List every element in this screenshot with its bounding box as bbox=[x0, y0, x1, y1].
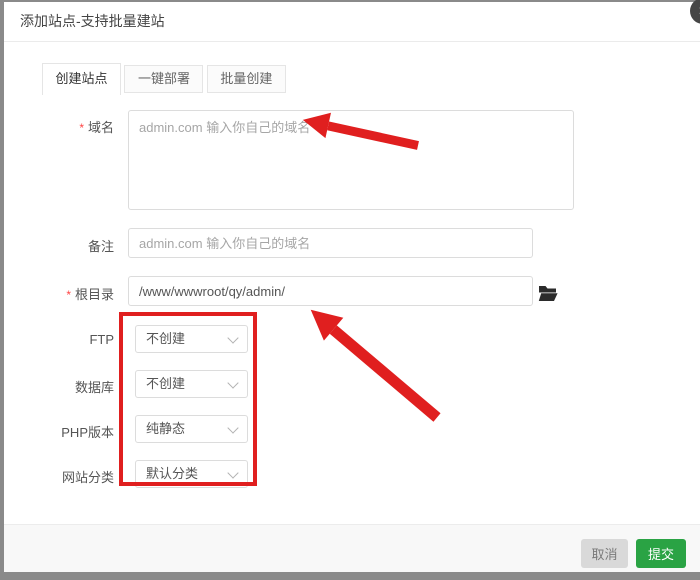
cancel-button[interactable]: 取消 bbox=[581, 539, 628, 568]
root-dir-input[interactable] bbox=[128, 276, 533, 306]
dialog-title: 添加站点-支持批量建站 bbox=[20, 2, 165, 41]
chevron-down-icon bbox=[227, 467, 238, 478]
required-mark: * bbox=[66, 288, 71, 302]
dialog-header: 添加站点-支持批量建站 bbox=[4, 2, 700, 42]
chevron-down-icon bbox=[227, 422, 238, 433]
tab-bar: 创建站点 一键部署 批量创建 bbox=[42, 63, 286, 97]
dialog-footer: 取消 提交 bbox=[4, 524, 700, 572]
php-version-label: PHP版本 bbox=[4, 422, 114, 441]
ftp-select-value: 不创建 bbox=[146, 331, 185, 346]
site-category-select-value: 默认分类 bbox=[146, 466, 198, 481]
site-category-select[interactable]: 默认分类 bbox=[135, 460, 248, 488]
database-label-text: 数据库 bbox=[75, 380, 114, 395]
chevron-down-icon bbox=[227, 377, 238, 388]
add-site-dialog: 添加站点-支持批量建站 ✕ 创建站点 一键部署 批量创建 *域名 备注 *根目录… bbox=[4, 2, 700, 572]
folder-open-icon[interactable] bbox=[538, 285, 558, 302]
annotation-arrow-root-dir bbox=[330, 325, 441, 421]
tab-one-click-deploy[interactable]: 一键部署 bbox=[124, 65, 203, 93]
root-dir-label-text: 根目录 bbox=[75, 287, 114, 302]
php-version-label-text: PHP版本 bbox=[61, 425, 114, 440]
php-version-select[interactable]: 纯静态 bbox=[135, 415, 248, 443]
ftp-label: FTP bbox=[4, 332, 114, 347]
tab-create-site[interactable]: 创建站点 bbox=[42, 63, 121, 95]
root-dir-label: * 根目录 bbox=[4, 284, 114, 303]
ftp-label-text: FTP bbox=[89, 332, 114, 347]
required-mark: * bbox=[79, 121, 84, 135]
database-select[interactable]: 不创建 bbox=[135, 370, 248, 398]
site-category-label-text: 网站分类 bbox=[62, 470, 114, 485]
domain-label-text: 域名 bbox=[88, 120, 114, 135]
ftp-select[interactable]: 不创建 bbox=[135, 325, 248, 353]
database-select-value: 不创建 bbox=[146, 376, 185, 391]
note-input[interactable] bbox=[128, 228, 533, 258]
site-category-label: 网站分类 bbox=[4, 467, 114, 486]
note-label-text: 备注 bbox=[88, 239, 114, 254]
domain-textarea[interactable] bbox=[128, 110, 574, 210]
chevron-down-icon bbox=[227, 332, 238, 343]
submit-button[interactable]: 提交 bbox=[636, 539, 686, 568]
php-version-select-value: 纯静态 bbox=[146, 421, 185, 436]
database-label: 数据库 bbox=[4, 377, 114, 396]
tab-batch-create[interactable]: 批量创建 bbox=[207, 65, 286, 93]
domain-label: * 域名 bbox=[4, 117, 114, 136]
note-label: 备注 bbox=[4, 236, 114, 255]
